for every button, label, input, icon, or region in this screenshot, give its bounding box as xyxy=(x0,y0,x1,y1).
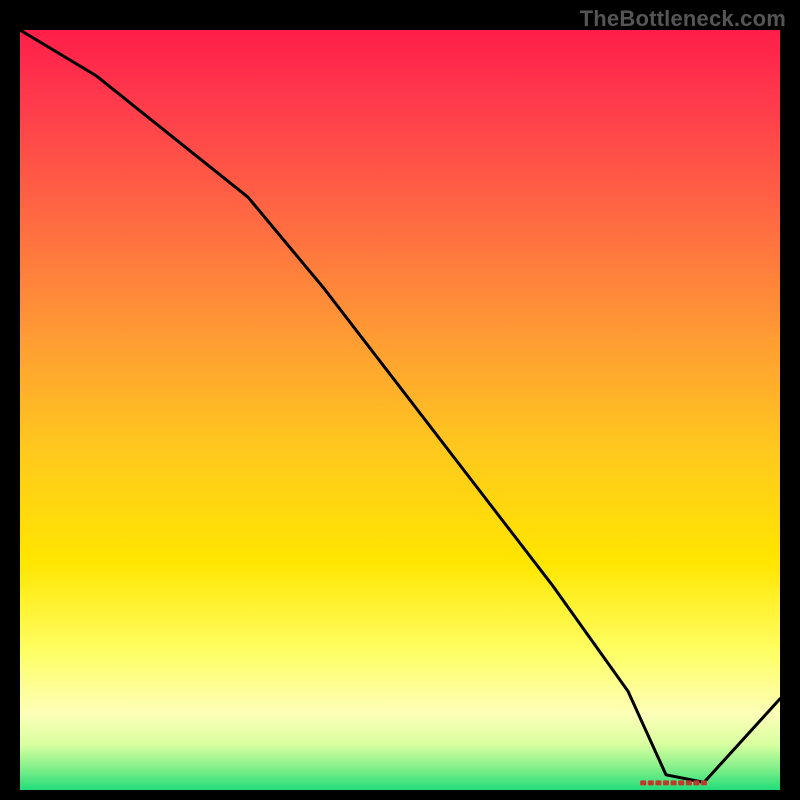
optimal-range-markers xyxy=(640,780,707,785)
chart-plot xyxy=(20,30,780,790)
gradient-background xyxy=(20,30,780,790)
marker-tick xyxy=(640,780,646,785)
marker-tick xyxy=(648,780,654,785)
marker-tick xyxy=(671,780,677,785)
marker-tick xyxy=(686,780,692,785)
marker-tick xyxy=(655,780,661,785)
marker-tick xyxy=(663,780,669,785)
chart-container: TheBottleneck.com xyxy=(0,0,800,800)
watermark-text: TheBottleneck.com xyxy=(580,6,786,32)
marker-tick xyxy=(701,780,707,785)
marker-tick xyxy=(678,780,684,785)
marker-tick xyxy=(693,780,699,785)
